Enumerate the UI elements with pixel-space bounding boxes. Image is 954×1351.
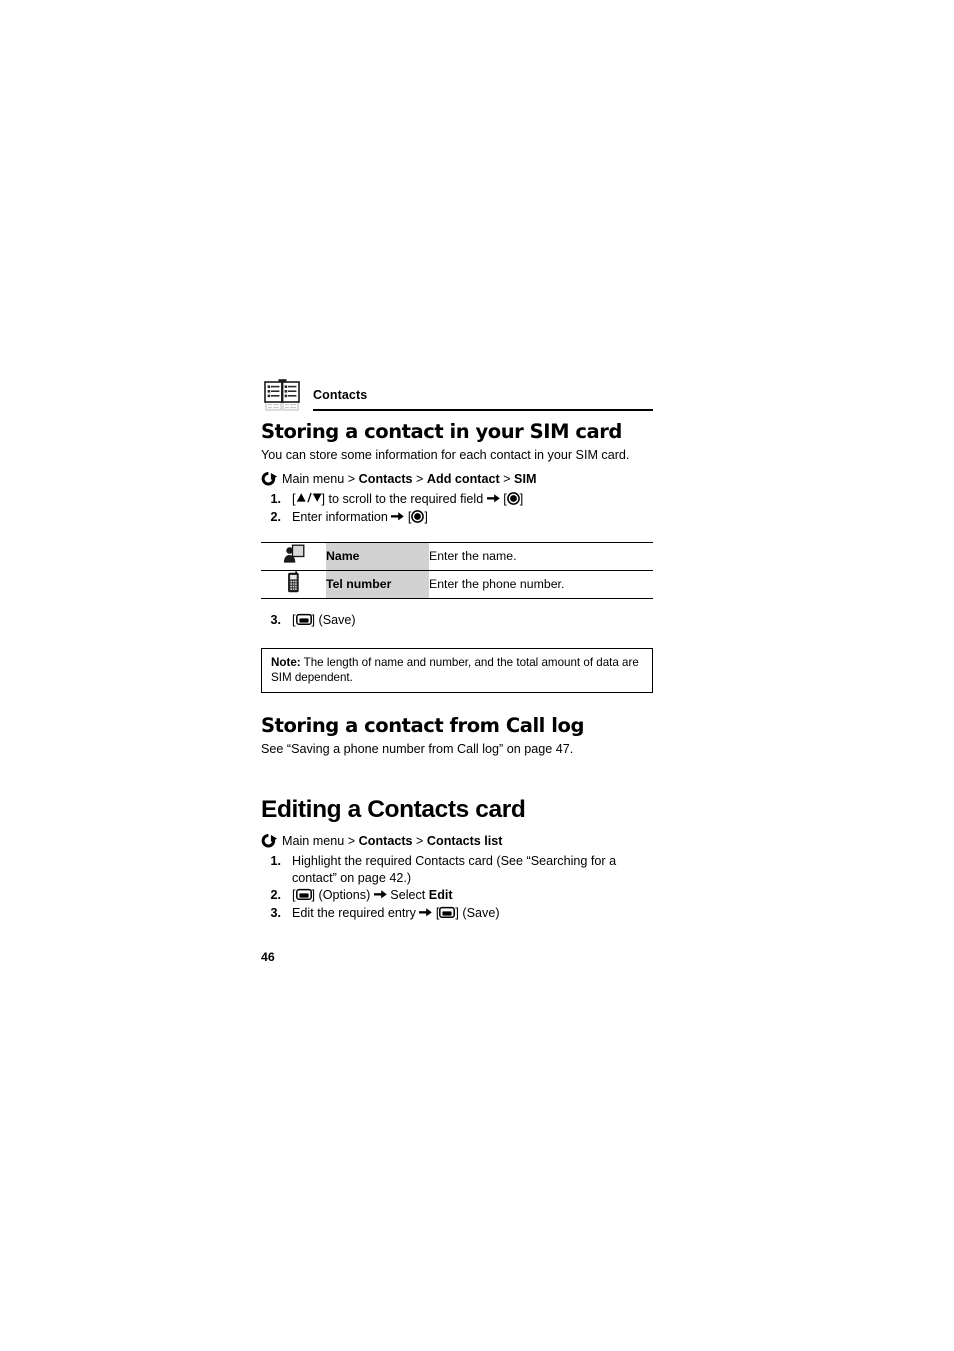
step-item: 3.[ ] (Save) [261,612,653,629]
section-heading-storing-sim: Storing a contact in your SIM card [261,420,622,443]
step-text-tail-pre: [ [404,510,412,525]
step-text-bold-edit: Edit [428,888,453,903]
steps-list-after-table: 3.[ ] (Save) [261,612,653,629]
right-arrow-icon [486,493,500,504]
nav-path-editing: Main menu > Contacts > Contacts list [261,833,653,850]
contact-card-icon [283,544,305,564]
step-text-tail: Select [386,888,429,903]
steps-list-editing: 1. Highlight the required Contacts card (… [261,853,653,922]
step-number: 1. [270,853,281,868]
step-text-pre: Edit the required entry [292,906,420,921]
section-heading-editing-contacts-card: Editing a Contacts card [261,795,526,823]
step-text: Highlight the required Contacts card (Se… [292,853,617,885]
field-label-cell: Name [326,541,429,571]
step-text-tail-pre: [ [499,492,507,507]
softkey-icon [295,613,312,626]
step-text-post: ] (Save) [311,612,356,627]
select-key-icon [506,492,520,506]
step-number: 3. [270,906,281,921]
field-icon-cell [261,541,326,571]
mobile-phone-icon [287,571,300,593]
field-description-cell: Enter the name. [429,541,653,571]
nav-path-sep-1: > [344,472,359,487]
table-row: Name Enter the name. [261,541,653,571]
nav-path-storing-sim: Main menu > Contacts > Add contact > SIM [261,471,653,488]
step-text-mid: ] (Options) [311,888,374,903]
note-text: The length of name and number, and the t… [271,655,639,685]
softkey-icon [439,906,456,919]
section-intro-storing-sim: You can store some information for each … [261,447,630,462]
nav-path-part-contacts-list: Contacts list [426,833,503,848]
step-item: 1. Highlight the required Contacts card (… [261,853,653,886]
section-heading-call-log: Storing a contact from Call log [261,714,584,738]
step-item: 2. Enter information [ ] [261,509,653,526]
field-label-cell: Tel number [326,570,429,599]
right-arrow-icon [391,511,405,522]
step-number: 3. [270,612,281,627]
page-number: 46 [261,950,275,964]
step-text-mid: [ [432,906,440,921]
address-book-icon [261,378,305,414]
note-box: Note: The length of name and number, and… [261,647,653,694]
nav-path-part-add-contact: Add contact [426,472,500,487]
step-text-tail-post: ] [519,492,524,507]
step-item: 2.[ ] (Options) Select Edit [261,887,653,904]
nav-path-sep-3: > [499,472,515,487]
right-arrow-icon [373,889,387,900]
step-item: 3. Edit the required entry [ ] (Save) [261,905,653,922]
nav-path-sep-2: > [412,833,427,848]
note-label: Note: [271,655,301,669]
nav-path-part-contacts: Contacts [358,472,413,487]
loop-arrow-icon [261,472,278,487]
table-row: Tel number Enter the phone number. [261,570,653,599]
nav-path-sep-2: > [412,472,427,487]
step-text-tail-post: ] [424,510,428,525]
running-header: Contacts [261,378,653,414]
running-header-rule [313,409,653,411]
document-page-content: Contacts Storing a contact in your SIM c… [261,378,653,923]
nav-path-part-contacts: Contacts [358,833,413,848]
nav-path-part-sim: SIM [514,472,537,487]
contact-fields-table: Name Enter the name. Tel number Enter th… [261,541,653,599]
softkey-icon [295,888,312,901]
right-arrow-icon [419,907,433,918]
field-description-cell: Enter the phone number. [429,570,653,599]
updown-nav-key-icon [296,492,322,504]
loop-arrow-icon [261,833,278,849]
section-body-call-log: See “Saving a phone number from Call log… [261,742,574,757]
nav-path-prefix: Main menu [282,833,345,848]
nav-path-sep-1: > [344,833,359,848]
step-text-pre: Enter information [292,510,392,525]
nav-path-prefix: Main menu [282,472,345,487]
running-header-title: Contacts [313,388,368,402]
select-key-icon [411,510,425,524]
step-text-post: ] to scroll to the required field [321,492,487,507]
step-item: 1.[ ] to scroll to the required field [ … [261,491,653,508]
steps-list-storing-sim: 1.[ ] to scroll to the required field [ … [261,491,653,525]
step-number: 1. [270,492,281,507]
step-number: 2. [270,888,281,903]
field-icon-cell [261,570,326,599]
step-number: 2. [270,510,281,525]
step-text-tail: ] (Save) [455,906,500,921]
